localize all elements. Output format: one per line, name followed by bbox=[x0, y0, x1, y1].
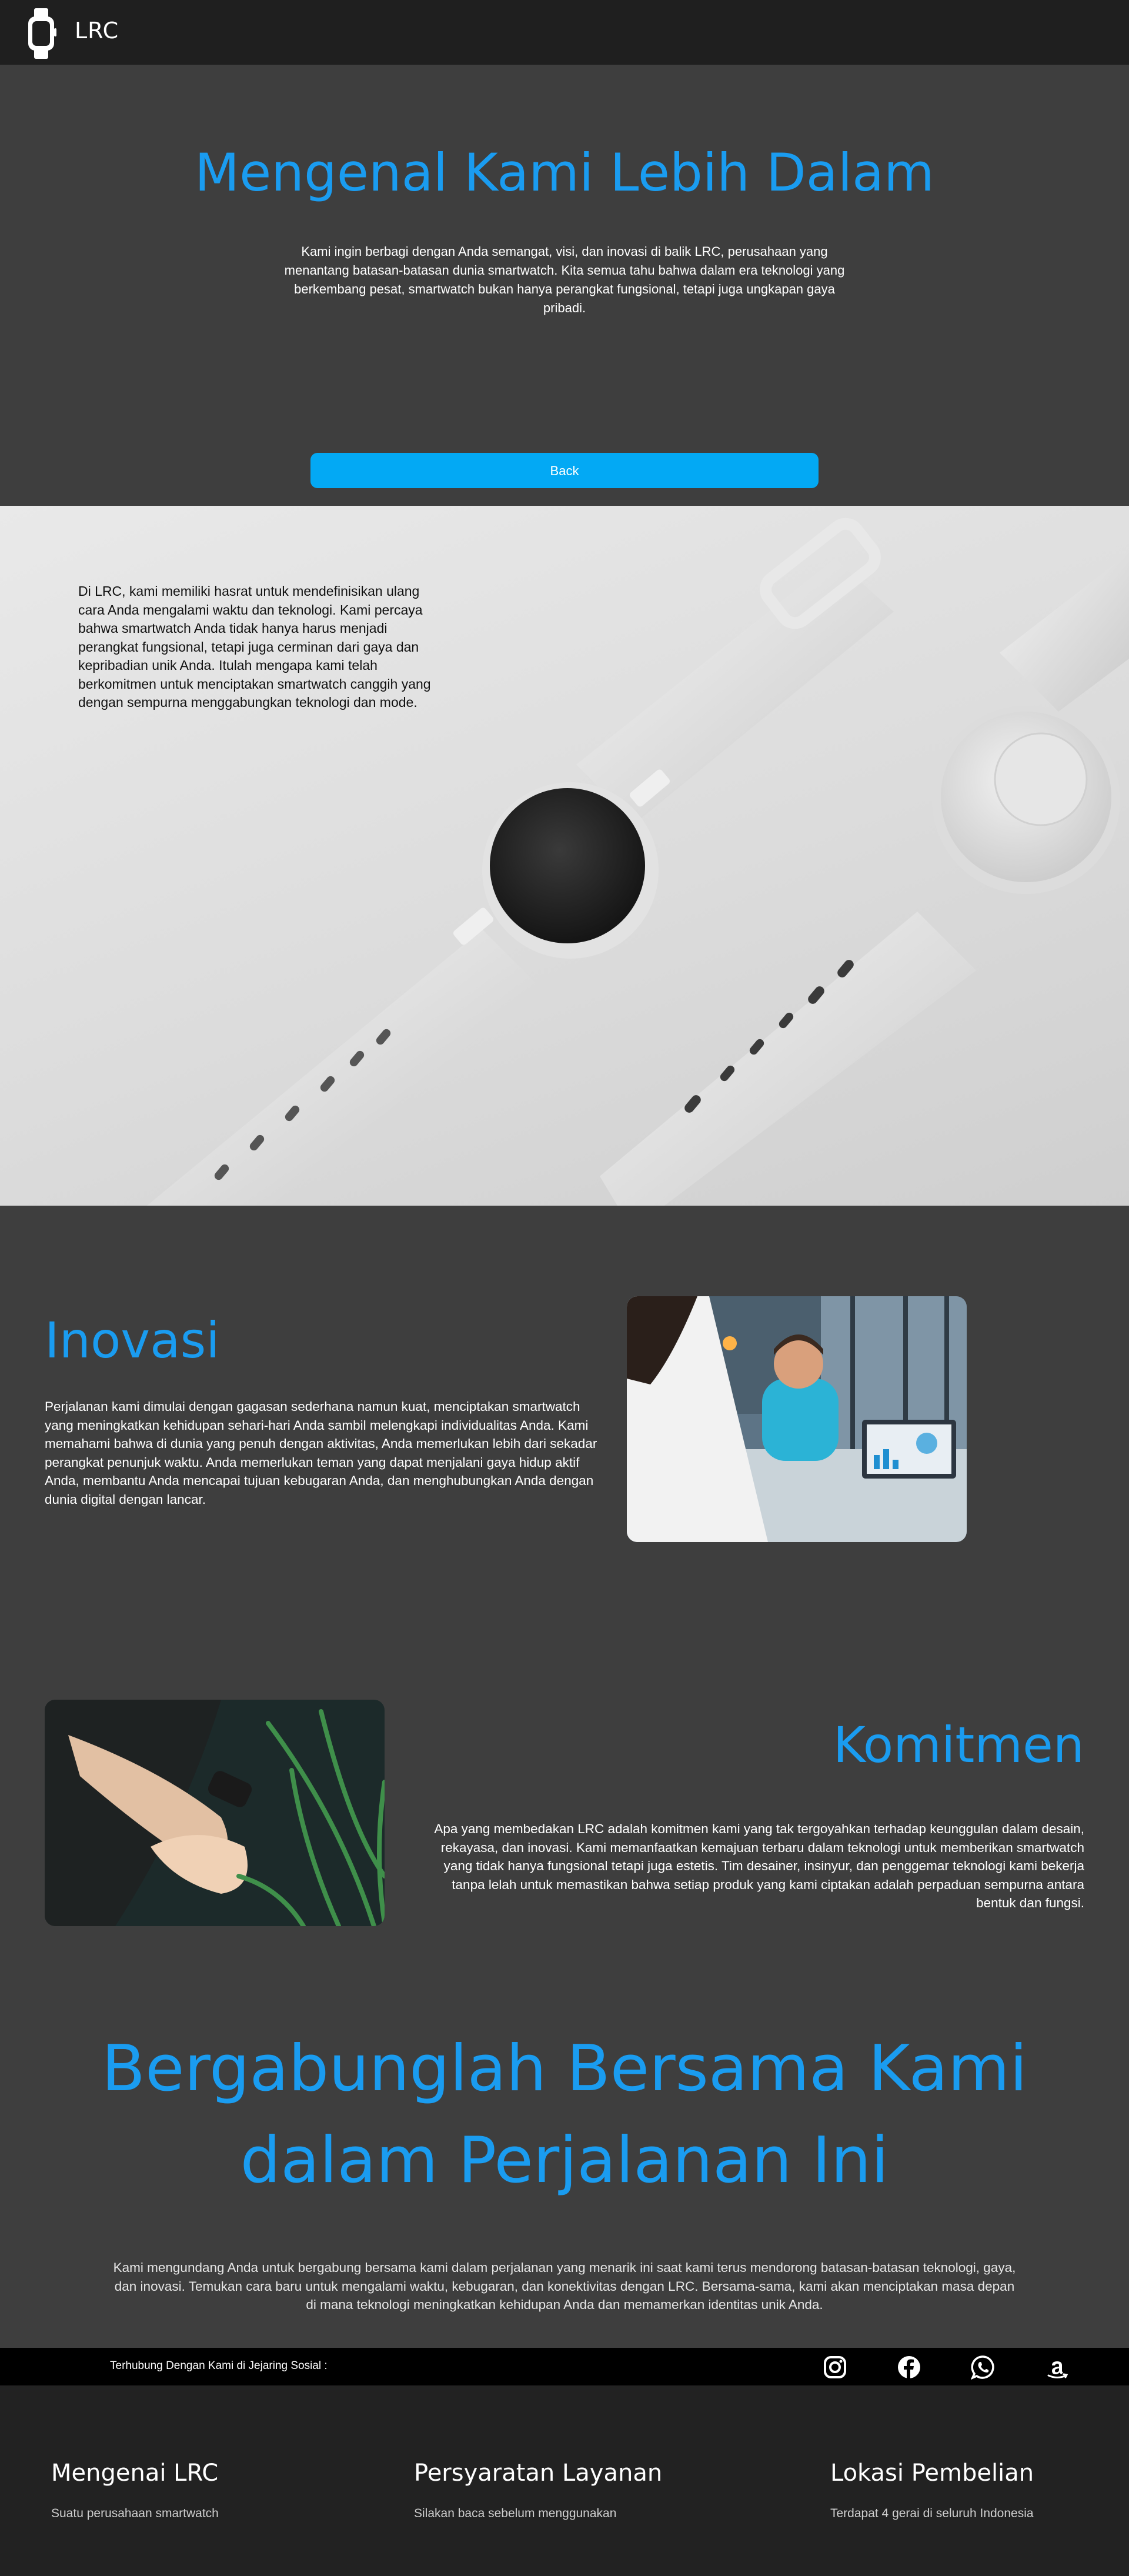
facebook-icon[interactable] bbox=[897, 2355, 921, 2380]
footer-text-location: Terdapat 4 gerai di seluruh Indonesia bbox=[830, 2507, 1034, 2520]
footer-text-about: Suatu perusahaan smartwatch bbox=[51, 2507, 219, 2520]
footer-text-terms: Silakan baca sebelum menggunakan bbox=[414, 2507, 617, 2520]
footer-col-about: Mengenai LRC Suatu perusahaan smartwatch bbox=[51, 2460, 219, 2521]
footer-col-location: Lokasi Pembelian Terdapat 4 gerai di sel… bbox=[830, 2460, 1034, 2521]
join-text: Kami mengundang Anda untuk bergabung ber… bbox=[113, 2260, 1016, 2312]
navbar: LRC bbox=[0, 0, 1129, 65]
footer: Mengenai LRC Suatu perusahaan smartwatch… bbox=[0, 2385, 1129, 2576]
social-bar: Terhubung Dengan Kami di Jejaring Sosial… bbox=[0, 2348, 1129, 2385]
inovasi-text: Perjalanan kami dimulai dengan gagasan s… bbox=[45, 1399, 597, 1507]
hands-watch-photo bbox=[45, 1700, 385, 1926]
hero-section: Mengenal Kami Lebih Dalam Kami ingin ber… bbox=[0, 65, 1129, 506]
komitmen-title: Komitmen bbox=[833, 1716, 1084, 1774]
smartwatch-icon[interactable] bbox=[26, 8, 56, 59]
footer-title-location[interactable]: Lokasi Pembelian bbox=[830, 2460, 1034, 2487]
brand-name[interactable]: LRC bbox=[75, 18, 119, 44]
watch-section-text: Di LRC, kami memiliki hasrat untuk mende… bbox=[78, 583, 431, 710]
office-photo bbox=[627, 1296, 967, 1542]
hero-title: Mengenal Kami Lebih Dalam bbox=[195, 142, 934, 203]
footer-title-about[interactable]: Mengenai LRC bbox=[51, 2460, 219, 2487]
hero-text: Kami ingin berbagi dengan Anda semangat,… bbox=[284, 244, 845, 315]
join-title-line2: dalam Perjalanan Ini bbox=[240, 2124, 889, 2197]
social-label: Terhubung Dengan Kami di Jejaring Sosial… bbox=[110, 2360, 328, 2372]
join-title-line1: Bergabunglah Bersama Kami bbox=[101, 2032, 1028, 2105]
inovasi-title: Inovasi bbox=[45, 1312, 220, 1369]
back-button[interactable]: Back bbox=[310, 453, 819, 488]
instagram-icon[interactable] bbox=[823, 2355, 847, 2380]
watch-section: Di LRC, kami memiliki hasrat untuk mende… bbox=[0, 506, 1129, 1206]
whatsapp-icon[interactable] bbox=[971, 2355, 996, 2380]
komitmen-text: Apa yang membedakan LRC adalah komitmen … bbox=[434, 1821, 1084, 1910]
join-title: Bergabunglah Bersama Kami dalam Perjalan… bbox=[0, 2023, 1129, 2207]
footer-title-terms[interactable]: Persyaratan Layanan bbox=[414, 2460, 662, 2487]
amazon-icon[interactable] bbox=[1045, 2355, 1070, 2380]
footer-col-terms: Persyaratan Layanan Silakan baca sebelum… bbox=[414, 2460, 662, 2521]
